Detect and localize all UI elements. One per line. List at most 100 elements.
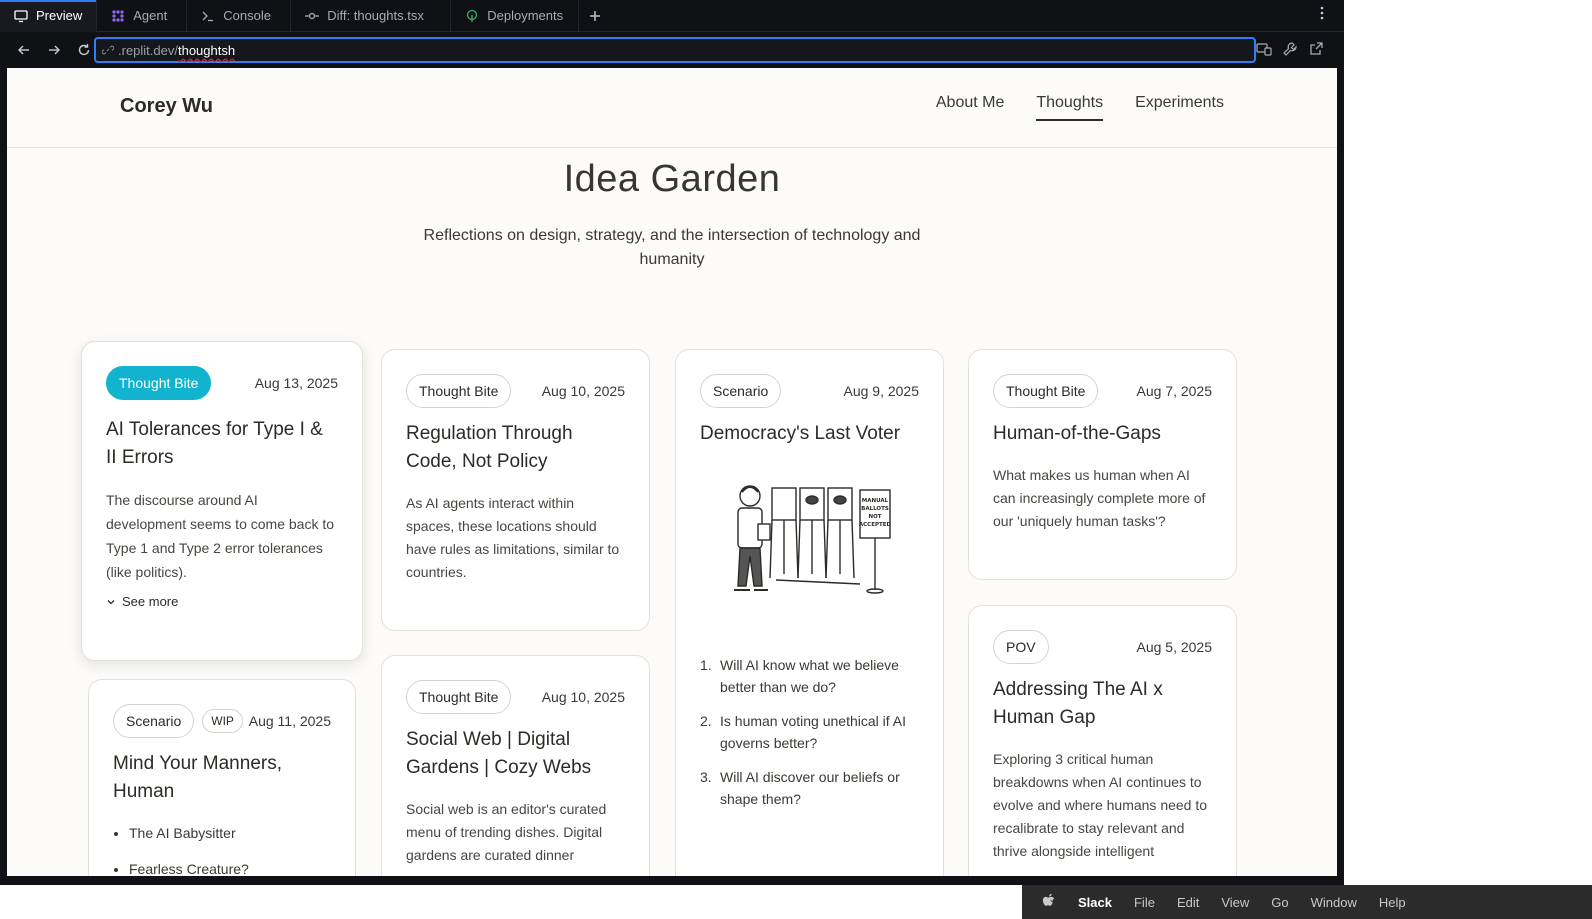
wrench-icon[interactable] xyxy=(1282,41,1298,57)
browser-window: Preview Agent Console Diff: thoughts.tsx… xyxy=(0,0,1344,885)
list-number: 1. xyxy=(700,657,712,673)
card-date: Aug 13, 2025 xyxy=(254,375,338,391)
apple-icon[interactable] xyxy=(1042,893,1056,912)
devices-icon[interactable] xyxy=(1256,41,1272,57)
list-item: 2. Is human voting unethical if AI govern… xyxy=(700,710,919,754)
back-button[interactable] xyxy=(10,36,38,64)
sign-text: ACCEPTED xyxy=(858,522,891,528)
nav-about-me[interactable]: About Me xyxy=(936,94,1004,121)
sign-text: MANUAL xyxy=(861,498,888,504)
category-tag[interactable]: Thought Bite xyxy=(406,374,512,408)
menu-view[interactable]: View xyxy=(1221,895,1249,910)
card-date: Aug 10, 2025 xyxy=(541,689,625,705)
card-date: Aug 10, 2025 xyxy=(541,383,625,399)
card-title: Mind Your Manners, Human xyxy=(113,753,282,802)
list-number: 3. xyxy=(700,769,712,785)
list-item: 1. Will AI know what we believe better th… xyxy=(700,654,919,698)
tab-deployments[interactable]: Deployments xyxy=(451,0,580,32)
forward-button[interactable] xyxy=(40,36,68,64)
agent-icon xyxy=(111,9,125,23)
thought-card[interactable]: Thought Bite Aug 7, 2025 Human-of-the-Ga… xyxy=(968,349,1237,580)
nav-thoughts[interactable]: Thoughts xyxy=(1036,94,1104,121)
mac-menubar: Slack File Edit View Go Window Help xyxy=(1022,885,1592,919)
site-brand[interactable]: Corey Wu xyxy=(120,95,213,118)
tab-console[interactable]: Console xyxy=(187,0,292,32)
site-nav: About Me Thoughts Experiments xyxy=(936,94,1224,121)
tab-preview[interactable]: Preview xyxy=(0,0,98,32)
thought-card[interactable]: Scenario Aug 9, 2025 Democracy's Last Vo… xyxy=(675,349,944,876)
wip-badge: WIP xyxy=(202,709,243,733)
page-title: Idea Garden xyxy=(563,158,781,200)
list-item: Fearless Creature? xyxy=(129,861,249,876)
plus-icon xyxy=(590,10,601,21)
menu-file[interactable]: File xyxy=(1134,895,1155,910)
tab-label: Diff: thoughts.tsx xyxy=(327,8,424,23)
deploy-icon xyxy=(465,9,479,23)
list-text: Is human voting unethical if AI governs … xyxy=(720,713,906,751)
category-tag[interactable]: Scenario xyxy=(700,374,782,408)
url-path: thoughtsh xyxy=(177,42,236,58)
menubar-app-name[interactable]: Slack xyxy=(1078,895,1112,910)
category-tag[interactable]: Thought Bite xyxy=(406,680,512,714)
see-more-label: See more xyxy=(122,594,179,609)
card-date: Aug 9, 2025 xyxy=(843,383,919,399)
thought-card[interactable]: Thought Bite Aug 13, 2025 AI Tolerances … xyxy=(81,341,363,661)
site-header: Corey Wu About Me Thoughts Experiments xyxy=(7,68,1337,148)
card-title: Regulation Through Code, Not Policy xyxy=(406,423,573,472)
card-title: Addressing The AI x Human Gap xyxy=(993,679,1163,728)
card-title: Social Web | Digital Gardens | Cozy Webs xyxy=(406,729,592,778)
card-date: Aug 11, 2025 xyxy=(248,713,331,729)
open-external-icon[interactable] xyxy=(1308,41,1324,57)
diff-icon xyxy=(305,9,320,23)
new-tab-button[interactable] xyxy=(579,0,611,32)
url-host: .replit.dev/ xyxy=(118,42,178,58)
card-excerpt: The discourse around AI development seem… xyxy=(106,492,335,580)
menu-help[interactable]: Help xyxy=(1379,895,1406,910)
url-bar: .replit.dev/thoughtsh xyxy=(0,32,1344,68)
tab-label: Preview xyxy=(36,8,83,23)
terminal-icon xyxy=(201,9,215,23)
page-subtitle: Reflections on design, strategy, and the… xyxy=(423,227,921,268)
link-icon xyxy=(102,45,114,55)
preview-pane: Corey Wu About Me Thoughts Experiments I… xyxy=(7,68,1337,876)
tab-bar: Preview Agent Console Diff: thoughts.tsx… xyxy=(0,0,1344,32)
thought-card[interactable]: Thought Bite Aug 10, 2025 Social Web | D… xyxy=(381,655,650,876)
url-input[interactable]: .replit.dev/thoughtsh xyxy=(94,37,1256,63)
nav-experiments[interactable]: Experiments xyxy=(1135,94,1224,121)
see-more-button[interactable]: See more xyxy=(106,594,338,609)
chevron-down-icon xyxy=(107,599,115,604)
category-tag[interactable]: Thought Bite xyxy=(993,374,1099,408)
menu-window[interactable]: Window xyxy=(1311,895,1357,910)
url-tools xyxy=(1256,41,1324,57)
menu-go[interactable]: Go xyxy=(1271,895,1288,910)
arrow-left-icon xyxy=(18,45,29,55)
category-tag[interactable]: Scenario xyxy=(113,704,195,738)
tab-label: Agent xyxy=(133,8,168,23)
thought-card[interactable]: Thought Bite Aug 10, 2025 Regulation Thr… xyxy=(381,349,650,631)
category-tag[interactable]: Thought Bite xyxy=(106,366,212,400)
arrow-right-icon xyxy=(49,45,60,55)
list-item: 3. Will AI discover our beliefs or shape … xyxy=(700,766,919,810)
tab-diff[interactable]: Diff: thoughts.tsx xyxy=(291,0,452,32)
card-title: Democracy's Last Voter xyxy=(700,423,901,444)
thought-card[interactable]: Scenario WIP Aug 11, 2025 Mind Your Mann… xyxy=(88,679,356,876)
card-excerpt: Exploring 3 critical human breakdowns wh… xyxy=(993,751,1208,859)
tab-agent[interactable]: Agent xyxy=(97,0,188,32)
card-excerpt: As AI agents interact within spaces, the… xyxy=(406,495,620,580)
question-list: 1. Will AI know what we believe better th… xyxy=(700,654,919,810)
list-number: 2. xyxy=(700,713,712,729)
card-title: AI Tolerances for Type I & II Errors xyxy=(106,419,323,468)
sign-text: NOT xyxy=(868,514,881,520)
monitor-icon xyxy=(14,9,28,23)
voter-illustration: MANUAL BALLOTS NOT ACCEPTED xyxy=(733,485,891,594)
more-options-icon[interactable] xyxy=(1320,6,1324,25)
menu-edit[interactable]: Edit xyxy=(1177,895,1199,910)
category-tag[interactable]: POV xyxy=(993,630,1049,664)
thought-card[interactable]: POV Aug 5, 2025 Addressing The AI x Huma… xyxy=(968,605,1237,876)
tab-label: Console xyxy=(223,8,271,23)
card-date: Aug 5, 2025 xyxy=(1136,639,1212,655)
sign-text: BALLOTS xyxy=(861,506,889,512)
left-gutter xyxy=(0,68,7,885)
list-text: Will AI discover our beliefs or shape th… xyxy=(720,769,900,807)
card-title: Human-of-the-Gaps xyxy=(993,423,1161,444)
